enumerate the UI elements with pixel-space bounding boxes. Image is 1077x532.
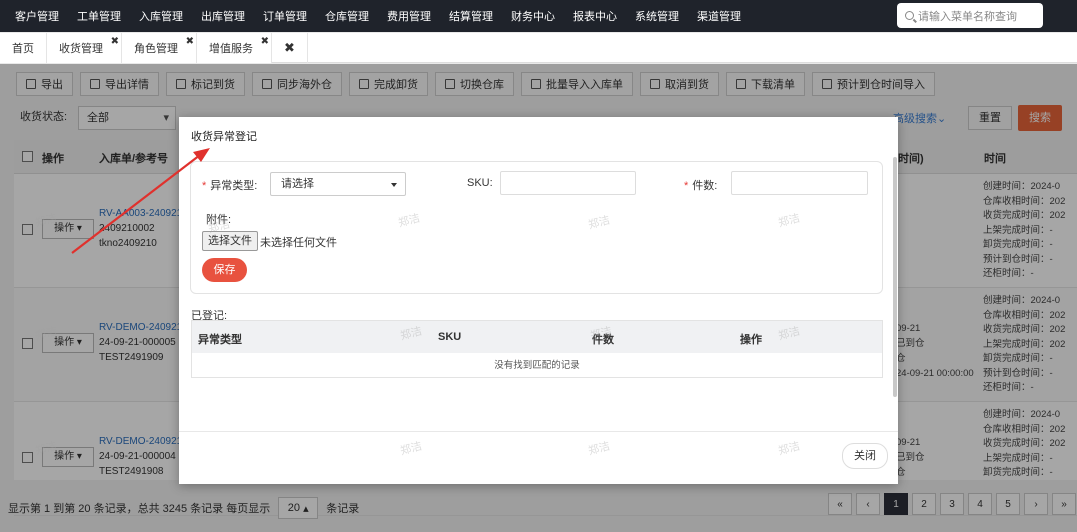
- nav-menu: 客户管理 工单管理 入库管理 出库管理 订单管理 仓库管理 费用管理 结算管理 财务中心 报表中心…: [0, 0, 750, 32]
- tab-3[interactable]: 增值服务 ✖: [197, 33, 272, 63]
- search-icon: [905, 11, 914, 20]
- save-button[interactable]: 保存: [202, 258, 247, 282]
- sku-input[interactable]: [500, 171, 636, 195]
- qty-label: * 件数:: [684, 180, 718, 192]
- tab-1[interactable]: 收货管理 ✖: [47, 33, 122, 63]
- close-icon[interactable]: ✖: [186, 36, 194, 47]
- exception-type-value: 请选择: [281, 178, 314, 190]
- tab-0[interactable]: 首页: [0, 33, 47, 63]
- nav-item-9[interactable]: 报表中心: [573, 8, 617, 24]
- nav-item-6[interactable]: 费用管理: [387, 8, 431, 24]
- modal-scrollbar[interactable]: [893, 157, 897, 397]
- nav-item-5[interactable]: 仓库管理: [325, 8, 369, 24]
- registered-header-0: 异常类型: [198, 334, 242, 346]
- nav-item-11[interactable]: 渠道管理: [697, 8, 741, 24]
- top-nav: 客户管理 工单管理 入库管理 出库管理 订单管理 仓库管理 费用管理 结算管理 财务中心 报表中心…: [0, 0, 1077, 32]
- tab-2[interactable]: 角色管理 ✖: [122, 33, 197, 63]
- exception-type-select[interactable]: 请选择: [270, 172, 406, 196]
- qty-input[interactable]: [731, 171, 868, 195]
- modal-footer-divider: [179, 431, 898, 432]
- nav-item-2[interactable]: 入库管理: [139, 8, 183, 24]
- menu-search-box[interactable]: 请输入菜单名称查询: [897, 3, 1043, 28]
- nav-item-8[interactable]: 财务中心: [511, 8, 555, 24]
- type-label: * 异常类型:: [202, 180, 258, 192]
- close-icon[interactable]: ✖: [111, 36, 119, 47]
- close-icon[interactable]: ✖: [261, 36, 269, 47]
- page-tabs: 首页 收货管理 ✖ 角色管理 ✖ 增值服务 ✖ ✖: [0, 33, 1077, 63]
- chevron-down-icon: [391, 183, 397, 187]
- menu-search-placeholder: 请输入菜单名称查询: [918, 10, 1017, 23]
- modal-title: 收货异常登记: [191, 131, 257, 143]
- file-status-text: 未选择任何文件: [260, 237, 337, 249]
- close-button[interactable]: 关闭: [842, 443, 888, 469]
- tab-label: 角色管理: [134, 43, 178, 55]
- nav-item-4[interactable]: 订单管理: [263, 8, 307, 24]
- nav-item-0[interactable]: 客户管理: [15, 8, 59, 24]
- exception-register-modal: 收货异常登记 * 异常类型: 请选择 SKU: * 件数: 附件: 选择文件 未选择…: [179, 117, 898, 484]
- tab-label: 增值服务: [209, 43, 253, 55]
- registered-header-1: SKU: [438, 331, 462, 343]
- nav-item-1[interactable]: 工单管理: [77, 8, 121, 24]
- registered-header-3: 操作: [740, 334, 762, 346]
- tab-label: 收货管理: [59, 43, 103, 55]
- tab-label: 首页: [12, 43, 34, 55]
- nav-item-10[interactable]: 系统管理: [635, 8, 679, 24]
- nav-item-7[interactable]: 结算管理: [449, 8, 493, 24]
- close-all-tabs-icon[interactable]: ✖: [272, 33, 308, 63]
- nav-item-3[interactable]: 出库管理: [201, 8, 245, 24]
- sku-label: SKU:: [467, 177, 493, 189]
- empty-records-text: 没有找到匹配的记录: [494, 360, 580, 371]
